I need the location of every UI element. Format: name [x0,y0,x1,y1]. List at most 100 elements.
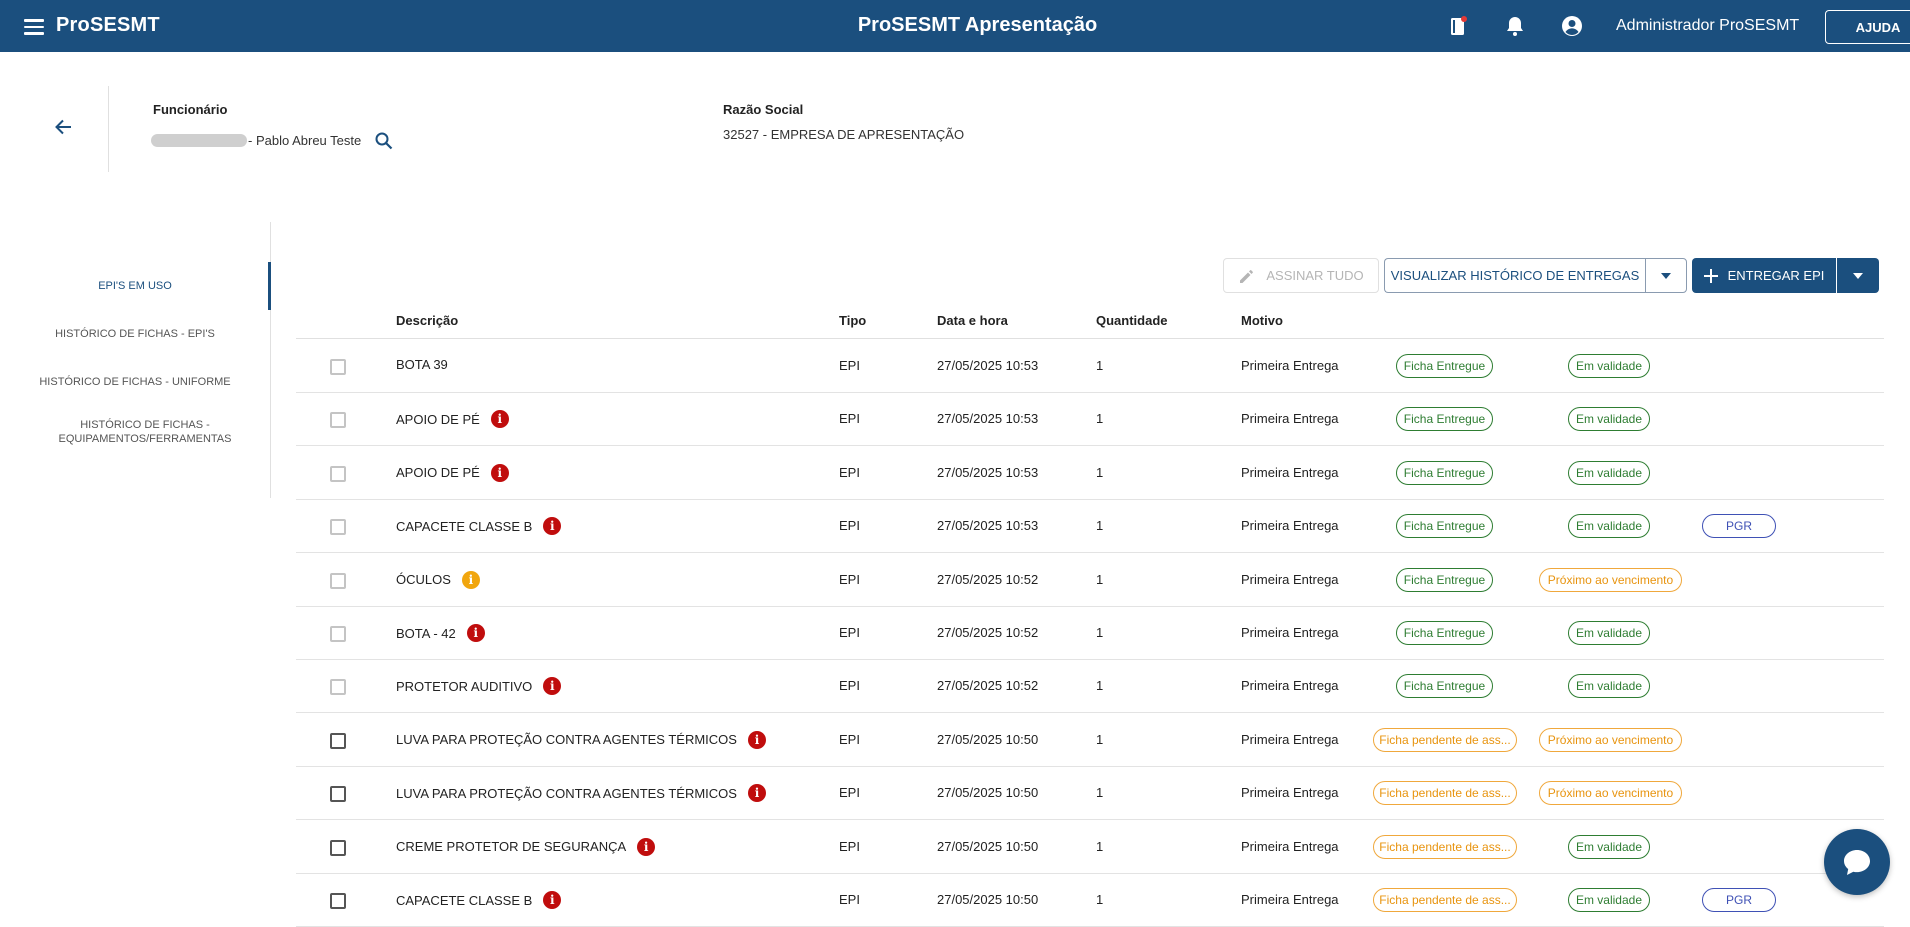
sign-all-button[interactable]: ASSINAR TUDO [1223,258,1379,293]
description-text: CAPACETE CLASSE B [396,892,533,908]
signature-status-badge: Ficha pendente de ass... [1373,727,1517,752]
table-row[interactable]: BOTA 39 EPI 27/05/2025 10:53 1 Primeira Entr… [296,340,1884,393]
search-icon[interactable] [374,131,396,153]
table-row[interactable]: LUVA PARA PROTEÇÃO CONTRA AGENTES TÉRMIC… [296,767,1884,821]
col-tipo[interactable]: Tipo [839,313,866,328]
type-cell: EPI [839,358,860,373]
description-cell: ÓCULOS i [396,570,480,589]
row-checkbox[interactable] [330,679,346,696]
description-cell: LUVA PARA PROTEÇÃO CONTRA AGENTES TÉRMIC… [396,784,766,803]
user-name[interactable]: Administrador ProSESMT [1616,17,1799,35]
description-text: ÓCULOS [396,572,451,588]
row-checkbox[interactable] [330,732,346,749]
description-cell: CAPACETE CLASSE B i [396,891,562,909]
description-cell: CAPACETE CLASSE B i [396,517,562,536]
view-history-button[interactable]: VISUALIZAR HISTÓRICO DE ENTREGAS [1384,258,1645,293]
signature-status-badge: Ficha Entregue [1396,514,1493,539]
notebook-icon[interactable] [1446,14,1470,38]
deliver-epi-label: ENTREGAR EPI [1727,268,1825,283]
alert-info-icon[interactable]: i [543,891,562,909]
row-checkbox[interactable] [330,359,346,375]
nav-historico-equipamentos[interactable]: HISTÓRICO DE FICHAS - EQUIPAMENTOS/FERRA… [40,418,250,446]
reason-cell: Primeira Entrega [1241,785,1339,801]
reason-cell: Primeira Entrega [1241,358,1339,373]
quantity-cell: 1 [1096,464,1104,480]
col-motivo[interactable]: Motivo [1241,313,1283,328]
datetime-cell: 27/05/2025 10:52 [937,625,1039,640]
alert-info-icon[interactable]: i [466,624,485,642]
nav-historico-epis[interactable]: HISTÓRICO DE FICHAS - EPI'S [0,327,270,341]
signature-status-badge: Ficha Entregue [1396,621,1493,645]
pgr-badge[interactable]: PGR [1702,514,1776,539]
row-checkbox[interactable] [330,893,346,909]
chat-button[interactable] [1824,829,1890,895]
type-cell: EPI [839,731,860,747]
nav-epis-em-uso[interactable]: EPI'S EM USO [0,279,270,293]
signature-status-badge: Ficha pendente de ass... [1373,781,1517,806]
validity-badge: Em validade [1568,888,1650,912]
alert-info-icon[interactable]: i [543,677,562,696]
table-row[interactable]: APOIO DE PÉ i EPI 27/05/2025 10:53 1 Primeira… [296,393,1884,447]
col-quantidade[interactable]: Quantidade [1096,313,1168,328]
employee-value: - Pablo Abreu Teste [248,133,362,148]
pgr-badge[interactable]: PGR [1702,888,1776,912]
alert-info-icon[interactable]: i [747,730,766,749]
row-checkbox[interactable] [330,519,346,536]
description-cell: APOIO DE PÉ i [396,410,509,429]
nav-historico-uniforme[interactable]: HISTÓRICO DE FICHAS - UNIFORME [0,375,270,389]
description-text: APOIO DE PÉ [396,465,480,481]
signature-status-badge: Ficha Entregue [1396,354,1493,378]
col-data-hora[interactable]: Data e hora [937,313,1008,328]
caret-down-icon [1853,272,1863,279]
description-text: LUVA PARA PROTEÇÃO CONTRA AGENTES TÉRMIC… [396,785,737,801]
reason-cell: Primeira Entrega [1241,892,1339,907]
row-checkbox[interactable] [330,412,346,429]
description-text: PROTETOR AUDITIVO [396,678,533,694]
deliver-epi-button[interactable]: ENTREGAR EPI [1692,258,1836,293]
alert-info-icon[interactable]: i [490,410,509,429]
deliver-epi-dropdown[interactable] [1837,258,1879,293]
alert-info-icon[interactable]: i [637,837,656,856]
quantity-cell: 1 [1096,731,1104,747]
description-cell: BOTA 39 [396,357,448,372]
row-checkbox[interactable] [330,626,346,642]
table-row[interactable]: CREME PROTETOR DE SEGURANÇA i EPI 27/05/202… [296,821,1884,874]
row-checkbox[interactable] [330,572,346,589]
table-row[interactable]: BOTA - 42 i EPI 27/05/2025 10:52 1 Primeira E… [296,607,1884,660]
table-row[interactable]: PROTETOR AUDITIVO i EPI 27/05/2025 10:52 1 Pr… [296,660,1884,714]
quantity-cell: 1 [1096,411,1104,427]
type-cell: EPI [839,571,860,587]
table-row[interactable]: CAPACETE CLASSE B i EPI 27/05/2025 10:53 1 Pr… [296,500,1884,554]
help-button[interactable]: AJUDA [1825,10,1910,44]
quantity-cell: 1 [1096,678,1104,694]
signature-status-badge: Ficha Entregue [1396,674,1493,699]
row-checkbox[interactable] [330,786,346,803]
validity-badge: Em validade [1568,460,1650,485]
datetime-cell: 27/05/2025 10:50 [937,785,1039,801]
table-row[interactable]: APOIO DE PÉ i EPI 27/05/2025 10:53 1 Primeira… [296,447,1884,500]
type-cell: EPI [839,785,860,801]
alert-info-icon[interactable]: i [747,784,766,803]
reason-cell: Primeira Entrega [1241,678,1339,694]
alert-info-icon[interactable]: i [543,517,562,536]
row-checkbox[interactable] [330,839,346,856]
view-history-dropdown[interactable] [1645,258,1687,293]
col-descricao[interactable]: Descrição [396,313,458,328]
table-row[interactable]: CAPACETE CLASSE B i EPI 27/05/2025 10:50 1 Pr… [296,874,1884,927]
quantity-cell: 1 [1096,518,1104,534]
signature-status-badge: Ficha Entregue [1396,407,1493,432]
datetime-cell: 27/05/2025 10:50 [937,838,1039,854]
back-arrow-icon[interactable] [54,118,78,142]
company-value: 32527 - EMPRESA DE APRESENTAÇÃO [723,127,965,142]
quantity-cell: 1 [1096,892,1104,907]
table-row[interactable]: LUVA PARA PROTEÇÃO CONTRA AGENTES TÉRMIC… [296,714,1884,767]
description-cell: PROTETOR AUDITIVO i [396,677,562,696]
alert-info-icon[interactable]: i [490,463,509,482]
bell-icon[interactable] [1503,14,1527,38]
row-checkbox[interactable] [330,465,346,482]
account-circle-icon[interactable] [1560,14,1584,38]
description-cell: CREME PROTETOR DE SEGURANÇA i [396,837,656,856]
validity-badge: Em validade [1568,514,1650,539]
table-row[interactable]: ÓCULOS i EPI 27/05/2025 10:52 1 Primeira Entr… [296,554,1884,607]
warning-info-icon[interactable]: i [461,570,480,589]
